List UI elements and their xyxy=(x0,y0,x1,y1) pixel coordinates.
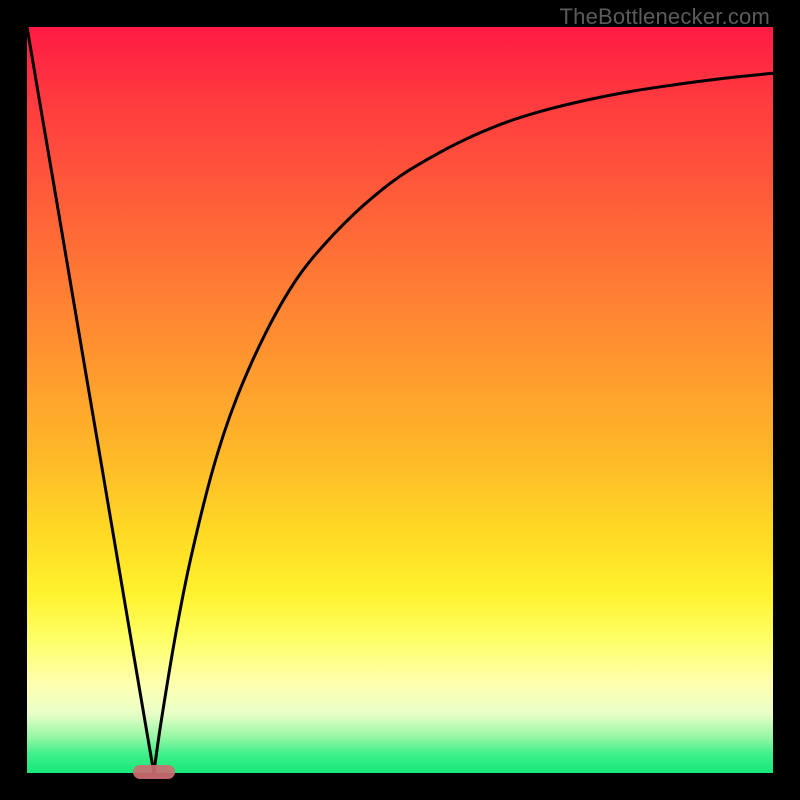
plot-area xyxy=(27,27,773,773)
chart-frame: TheBottlenecker.com xyxy=(0,0,800,800)
minimum-marker xyxy=(133,765,175,779)
curve-layer xyxy=(27,27,773,773)
watermark-text: TheBottlenecker.com xyxy=(560,4,770,30)
